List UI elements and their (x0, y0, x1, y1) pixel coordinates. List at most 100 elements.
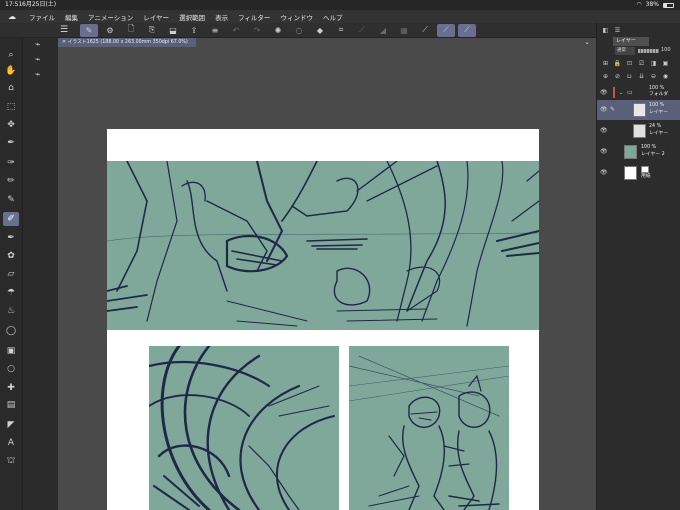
subtool-brush-1-icon[interactable]: ⌁ (35, 40, 40, 50)
layer-color-icon[interactable]: ▣ (661, 59, 670, 68)
figure-icon[interactable]: ○ (3, 362, 19, 376)
tool-palette: ⌕ ✋ ⌂ ⬚ ✥ ✒ ✑ ✏ ✎ ✐ ✒ ✿ ▱ ☂ ♨ ◯ ▣ ○ ✚ ▤ … (0, 38, 22, 510)
stroke-alt-icon[interactable]: ⟋ (458, 23, 476, 37)
new-vector-layer-icon[interactable]: ⊘ (613, 72, 622, 81)
sketch-lines-bottom-right (349, 355, 509, 510)
redo-icon[interactable]: ↷ (248, 24, 266, 37)
move-icon[interactable]: ✥ (3, 118, 19, 132)
clip-icon[interactable]: ⊞ (601, 59, 610, 68)
brush-icon[interactable]: ✎ (3, 193, 19, 207)
visibility-eye-icon[interactable]: 👁 (600, 89, 608, 96)
opacity-slider[interactable] (638, 49, 659, 53)
layer-option-icons-2: ⊕ ⊘ ⊔ ⇊ ⊖ ◉ (601, 72, 670, 81)
layer-row-light[interactable]: 👁 24 % レイヤー (597, 121, 680, 141)
fill-bucket-icon[interactable]: ♨ (3, 304, 19, 318)
canvas-paper[interactable] (107, 129, 539, 510)
sub-tool-panel: ⌁ ⌁ ⌁ (22, 38, 58, 510)
zoom-icon[interactable]: ⌕ (3, 48, 19, 62)
save-icon[interactable]: ⬓ (164, 24, 182, 37)
visibility-eye-icon[interactable]: 👁 (600, 106, 608, 113)
subtool-brush-3-icon[interactable]: ⌁ (35, 70, 40, 80)
battery-percent: 38% (645, 1, 659, 8)
blend-icon[interactable]: ☂ (3, 286, 19, 300)
panel-menu-icon[interactable]: ☰ (613, 26, 622, 35)
merge-down-icon[interactable]: ⇊ (637, 72, 646, 81)
menu-help[interactable]: ヘルプ (318, 12, 348, 22)
layer-row-layer-2[interactable]: 👁 100 % レイヤー 2 (597, 142, 680, 162)
stroke-active-icon[interactable]: ⟋ (437, 23, 455, 37)
marquee-icon[interactable]: ⬚ (3, 100, 19, 114)
chevron-down-icon[interactable]: ⌄ (584, 38, 590, 46)
layer-stack-icon[interactable]: ≡ (206, 24, 224, 37)
lock-icon[interactable]: 🔒 (613, 59, 622, 68)
panel-collapse-icon[interactable]: ◧ (601, 26, 610, 35)
pencil-icon[interactable]: ✏ (3, 174, 19, 188)
layer-thumbnail (633, 124, 646, 138)
eyedropper-icon[interactable]: ✒ (3, 136, 19, 150)
subtool-brush-2-icon[interactable]: ⌁ (35, 55, 40, 65)
balloon-icon[interactable]: ⛫ (3, 454, 19, 468)
export-icon[interactable]: ⇪ (185, 24, 203, 37)
document-tab[interactable]: ✕ イラスト1625 (188.00 x 263.00mm 350dpi 67.… (58, 38, 196, 47)
draft-icon[interactable]: ⎚ (637, 59, 646, 68)
chevron-down-icon[interactable]: ⌄ (619, 90, 623, 96)
delete-layer-icon[interactable]: ⊖ (649, 72, 658, 81)
menu-window[interactable]: ウィンドウ (275, 12, 318, 22)
app-logo-icon[interactable]: ☁ (0, 12, 24, 21)
close-tab-icon[interactable]: ✕ (62, 40, 66, 45)
layer-row-paper[interactable]: 👁 用紙 (597, 163, 680, 183)
reference-icon[interactable]: ⊡ (625, 59, 634, 68)
menu-filter[interactable]: フィルター (233, 12, 275, 22)
visibility-eye-icon[interactable]: 👁 (600, 148, 608, 155)
layer-row-selected[interactable]: 👁 ✎ 100 % レイヤー (597, 100, 680, 120)
new-file-icon[interactable]: 🗋 (122, 24, 140, 37)
ruler-icon[interactable]: ◢ (374, 24, 392, 37)
settings-command-icon[interactable]: ⚙ (101, 24, 119, 37)
text-icon[interactable]: A (3, 436, 19, 450)
menu-file[interactable]: ファイル (24, 12, 60, 22)
crop-icon[interactable]: ⌗ (332, 24, 350, 37)
grid-icon[interactable]: ▦ (395, 24, 413, 37)
lasso-icon[interactable]: ◯ (3, 324, 19, 338)
menu-animation[interactable]: アニメーション (83, 12, 138, 22)
layer-panel: ◧ ☰ レイヤー 通常 100 ⊞ 🔒 ⊡ ⎚ ◨ ▣ ⊕ ⊘ ⊔ ⇊ ⊖ ◉ … (596, 23, 680, 510)
undo-icon[interactable]: ↶ (227, 24, 245, 37)
visibility-eye-icon[interactable]: 👁 (600, 169, 608, 176)
paper-layer-icon (641, 166, 649, 173)
frame-icon[interactable]: ▤ (3, 398, 19, 412)
mask-icon[interactable]: ◨ (649, 59, 658, 68)
brush-command-icon[interactable]: ✎ (80, 23, 98, 37)
gradient-icon[interactable]: ▣ (3, 344, 19, 358)
layer-thumbnail (633, 103, 646, 117)
new-raster-layer-icon[interactable]: ⊕ (601, 72, 610, 81)
curve-stroke-icon[interactable]: ⟋ (416, 24, 434, 37)
visibility-eye-icon[interactable]: 👁 (600, 127, 608, 134)
fill-icon[interactable]: ◆ (311, 24, 329, 37)
rotate-icon[interactable]: ⌂ (3, 81, 19, 95)
new-folder-icon[interactable]: ⊔ (625, 72, 634, 81)
deselect-icon[interactable]: ◌ (290, 24, 308, 37)
menu-edit[interactable]: 編集 (60, 12, 83, 22)
decoration-icon[interactable]: ✿ (3, 249, 19, 263)
comic-panel-bottom-left (149, 346, 339, 510)
ruler-tool-icon[interactable]: ◤ (3, 418, 19, 432)
menu-selection[interactable]: 選択範囲 (174, 12, 210, 22)
transform-icon[interactable]: ✺ (269, 24, 287, 37)
active-brush-tool-icon[interactable]: ✐ (3, 212, 19, 226)
canvas-area[interactable]: ✕ イラスト1625 (188.00 x 263.00mm 350dpi 67.… (58, 38, 596, 510)
pen-icon[interactable]: ✑ (3, 156, 19, 170)
sparkle-icon[interactable]: ✚ (3, 381, 19, 395)
airbrush-icon[interactable]: ✒ (3, 231, 19, 245)
menu-view[interactable]: 表示 (210, 12, 233, 22)
battery-icon (663, 2, 674, 8)
hand-icon[interactable]: ✋ (3, 64, 19, 78)
hamburger-menu-icon[interactable]: ☰ (60, 25, 74, 35)
layer-row-folder[interactable]: 👁 ⌄ ▭ 100 % フォルダ (597, 86, 680, 99)
snap-icon[interactable]: ⟋ (353, 24, 371, 37)
menu-layer[interactable]: レイヤー (138, 12, 174, 22)
layer-tab[interactable]: レイヤー (613, 37, 649, 46)
blend-mode-select[interactable]: 通常 (615, 47, 635, 55)
open-file-icon[interactable]: ⎘ (143, 24, 161, 37)
eraser-icon[interactable]: ▱ (3, 267, 19, 281)
layer-mask-icon[interactable]: ◉ (661, 72, 670, 81)
